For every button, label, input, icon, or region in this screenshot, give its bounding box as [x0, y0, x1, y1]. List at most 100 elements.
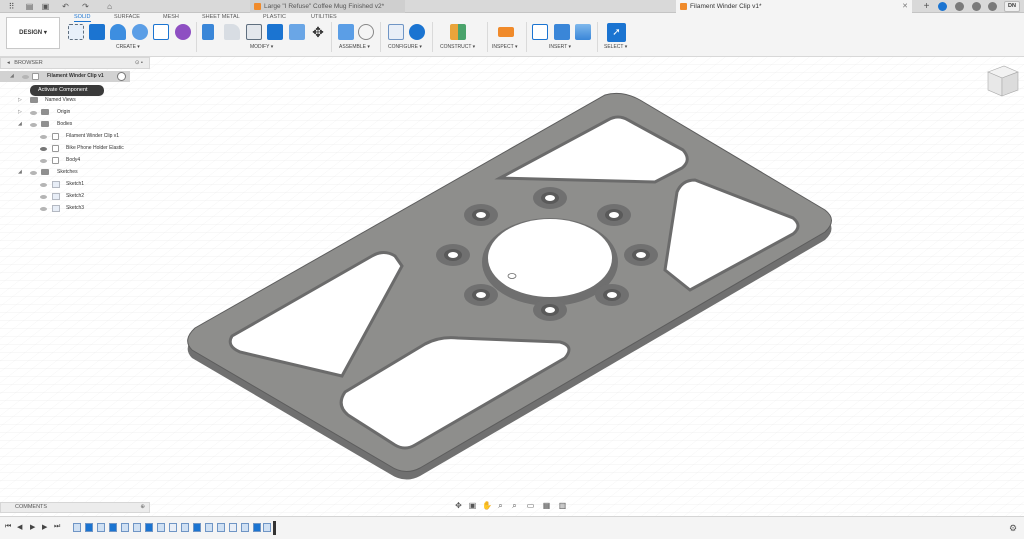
create-menu[interactable]: CREATE ▾ [116, 44, 140, 50]
model-canvas[interactable] [0, 57, 1024, 516]
timeline-feature[interactable] [217, 523, 225, 532]
tab-sheet-metal[interactable]: SHEET METAL [202, 14, 240, 20]
timeline-feature[interactable] [121, 523, 129, 532]
select-icon[interactable]: ➚ [607, 23, 626, 42]
tab-solid[interactable]: SOLID [74, 14, 91, 22]
viewports-icon[interactable]: ▥ [558, 501, 567, 510]
zoom-window-icon[interactable]: ⌕ [510, 501, 519, 510]
last-icon[interactable]: ⏭ [54, 523, 60, 531]
visibility-eye-icon[interactable] [30, 123, 37, 127]
redo-icon[interactable]: ↷ [80, 1, 91, 12]
visibility-eye-icon[interactable] [30, 111, 37, 115]
timeline-feature[interactable] [181, 523, 189, 532]
look-at-icon[interactable]: ▣ [468, 501, 477, 510]
file-icon[interactable]: ▤ [24, 1, 35, 12]
add-comment-icon[interactable]: ⊕ [140, 503, 145, 512]
combine-icon[interactable] [267, 24, 283, 40]
pattern-icon[interactable] [153, 24, 169, 40]
expand-toggle-icon[interactable]: ◢ [18, 167, 22, 178]
orbit-icon[interactable]: ✥ [454, 501, 463, 510]
grid-icon[interactable]: ⠿ [6, 1, 17, 12]
timeline-feature[interactable] [85, 523, 93, 532]
timeline-feature[interactable] [157, 523, 165, 532]
visibility-eye-icon[interactable] [40, 183, 47, 187]
insert-mesh-icon[interactable] [554, 24, 570, 40]
shell-icon[interactable] [246, 24, 262, 40]
previous-icon[interactable]: ◀ [17, 523, 22, 531]
tab-mesh[interactable]: MESH [163, 14, 179, 20]
construct-menu[interactable]: CONSTRUCT ▾ [440, 44, 475, 50]
fillet-icon[interactable] [224, 24, 240, 40]
gear-icon[interactable]: ⚙ [1009, 523, 1017, 534]
zoom-icon[interactable]: ⌕ [496, 501, 505, 510]
create-sketch-icon[interactable] [68, 24, 84, 40]
configure-rule-icon[interactable] [409, 24, 425, 40]
timeline-feature[interactable] [241, 523, 249, 532]
expand-toggle-icon[interactable]: ◢ [18, 119, 22, 130]
close-icon[interactable]: ✕ [902, 0, 908, 13]
visibility-eye-icon[interactable] [22, 75, 29, 79]
collapse-icon[interactable]: ◂ [7, 60, 10, 66]
notifications-icon[interactable] [972, 2, 981, 11]
insert-canvas-icon[interactable] [575, 24, 591, 40]
workspace-selector[interactable]: DESIGN ▾ [6, 17, 60, 49]
hole-icon[interactable] [132, 24, 148, 40]
user-avatar[interactable]: DN [1004, 1, 1020, 12]
visibility-eye-icon[interactable] [30, 171, 37, 175]
timeline-feature[interactable] [263, 523, 271, 532]
tab-surface[interactable]: SURFACE [114, 14, 140, 20]
document-tab-filament-winder[interactable]: Filament Winder Clip v1* ✕ [676, 0, 912, 13]
visibility-eye-icon[interactable] [40, 159, 47, 163]
help-icon[interactable] [988, 2, 997, 11]
timeline-feature[interactable] [169, 523, 177, 532]
visibility-eye-icon[interactable] [40, 147, 47, 151]
modify-menu[interactable]: MODIFY ▾ [250, 44, 273, 50]
visibility-eye-icon[interactable] [40, 135, 47, 139]
play-icon[interactable]: ▶ [30, 523, 35, 531]
save-icon[interactable]: ▣ [40, 1, 51, 12]
display-settings-icon[interactable]: ▭ [526, 501, 535, 510]
measure-icon[interactable] [498, 27, 514, 37]
configure-menu[interactable]: CONFIGURE ▾ [388, 44, 422, 50]
scale-icon[interactable] [289, 24, 305, 40]
job-status-icon[interactable] [955, 2, 964, 11]
timeline-feature[interactable] [145, 523, 153, 532]
insert-derive-icon[interactable] [532, 24, 548, 40]
timeline-feature[interactable] [193, 523, 201, 532]
timeline-marker[interactable] [273, 521, 276, 535]
timeline-feature[interactable] [73, 523, 81, 532]
configure-table-icon[interactable] [388, 24, 404, 40]
revolve-icon[interactable] [110, 24, 126, 40]
expand-toggle-icon[interactable]: ▷ [18, 107, 22, 118]
expand-toggle-icon[interactable]: ▷ [18, 95, 22, 106]
undo-icon[interactable]: ↶ [60, 1, 71, 12]
new-component-icon[interactable] [338, 24, 354, 40]
press-pull-icon[interactable] [202, 24, 214, 40]
first-icon[interactable]: ⏮ [5, 523, 11, 531]
timeline-feature[interactable] [97, 523, 105, 532]
inspect-menu[interactable]: INSPECT ▾ [492, 44, 518, 50]
select-menu[interactable]: SELECT ▾ [604, 44, 627, 50]
extrude-icon[interactable] [89, 24, 105, 40]
expand-toggle-icon[interactable]: ◢ [10, 71, 14, 82]
browser-root[interactable]: ◢ Filament Winder Clip v1 [0, 71, 130, 82]
view-cube[interactable] [987, 65, 1019, 97]
move-icon[interactable]: ✥ [310, 24, 326, 40]
form-icon[interactable] [175, 24, 191, 40]
timeline-feature[interactable] [133, 523, 141, 532]
home-icon[interactable]: ⌂ [104, 1, 115, 12]
offset-plane-icon[interactable] [450, 24, 466, 40]
timeline-feature[interactable] [205, 523, 213, 532]
grid-settings-icon[interactable]: ▦ [542, 501, 551, 510]
visibility-eye-icon[interactable] [40, 207, 47, 211]
activate-radio-icon[interactable] [117, 72, 126, 81]
joint-icon[interactable] [358, 24, 374, 40]
timeline-feature[interactable] [109, 523, 117, 532]
insert-menu[interactable]: INSERT ▾ [549, 44, 571, 50]
document-tab-coffee-mug[interactable]: Large "I Refuse" Coffee Mug Finished v2* [250, 0, 405, 13]
browser-header[interactable]: ◂ BROWSER ⊙ ▪ [0, 57, 150, 69]
pan-icon[interactable]: ✋ [482, 501, 492, 510]
tab-utilities[interactable]: UTILITIES [311, 14, 337, 20]
timeline-feature[interactable] [253, 523, 261, 532]
next-icon[interactable]: ▶ [42, 523, 47, 531]
